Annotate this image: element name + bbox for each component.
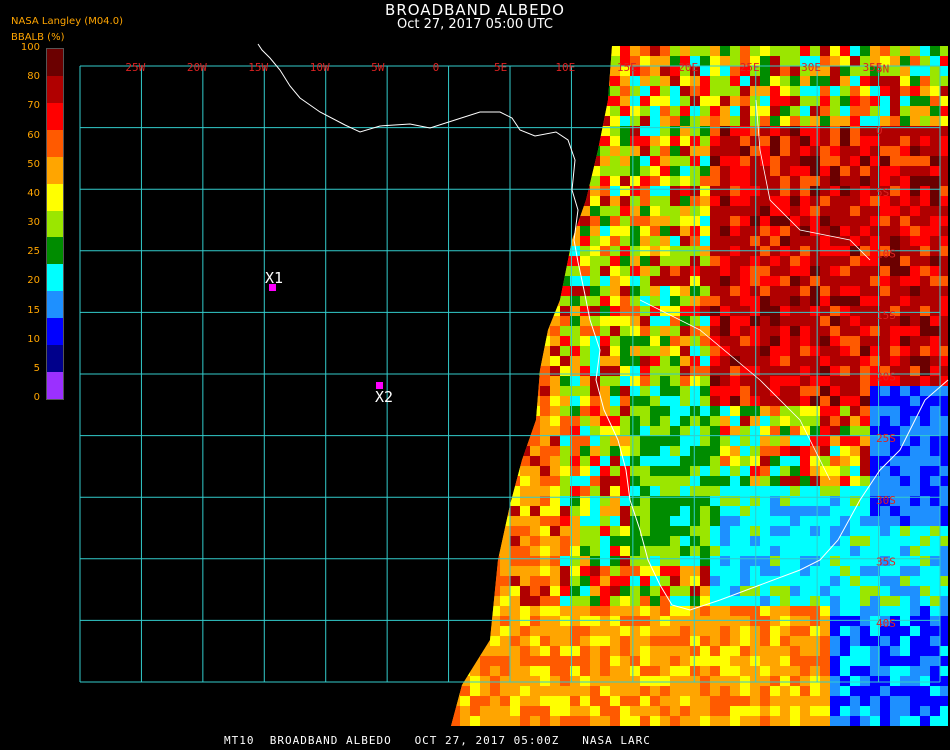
longitude-label: 20E (678, 61, 698, 74)
satellite-map: 25W 20W 15W 10W 5W 0 5E 10E 15E 20E 25E 30E 35E5N05S… (79, 43, 949, 726)
latitude-label: 5N (876, 63, 889, 76)
latitude-label: 30S (876, 494, 896, 507)
latitude-label: 40S (876, 617, 896, 630)
latitude-label: 25S (876, 432, 896, 445)
latitude-label: 10S (876, 247, 896, 260)
latitude-label: 20S (876, 371, 896, 384)
longitude-label: 10W (310, 61, 330, 74)
markers: X1 X2 (265, 269, 393, 406)
marker-x2-label: X2 (375, 388, 393, 406)
longitude-label: 5W (371, 61, 385, 74)
footer-caption: MT10 BROADBAND ALBEDO OCT 27, 2017 05:00… (224, 734, 651, 747)
longitude-label: 20W (187, 61, 207, 74)
latitude-label: 15S (876, 309, 896, 322)
longitude-label: 25E (740, 61, 760, 74)
longitude-label: 0 (433, 61, 440, 74)
latitude-label: 5S (876, 186, 889, 199)
longitude-label: 25W (125, 61, 145, 74)
albedo-data-field (451, 46, 948, 726)
longitude-label: 15W (248, 61, 268, 74)
latitude-label: 35S (876, 555, 896, 568)
latitude-label: 0 (876, 124, 883, 137)
longitude-label: 5E (494, 61, 507, 74)
longitude-label: 15E (617, 61, 637, 74)
longitude-label: 10E (555, 61, 575, 74)
marker-x1-label: X1 (265, 269, 283, 287)
longitude-label: 30E (801, 61, 821, 74)
